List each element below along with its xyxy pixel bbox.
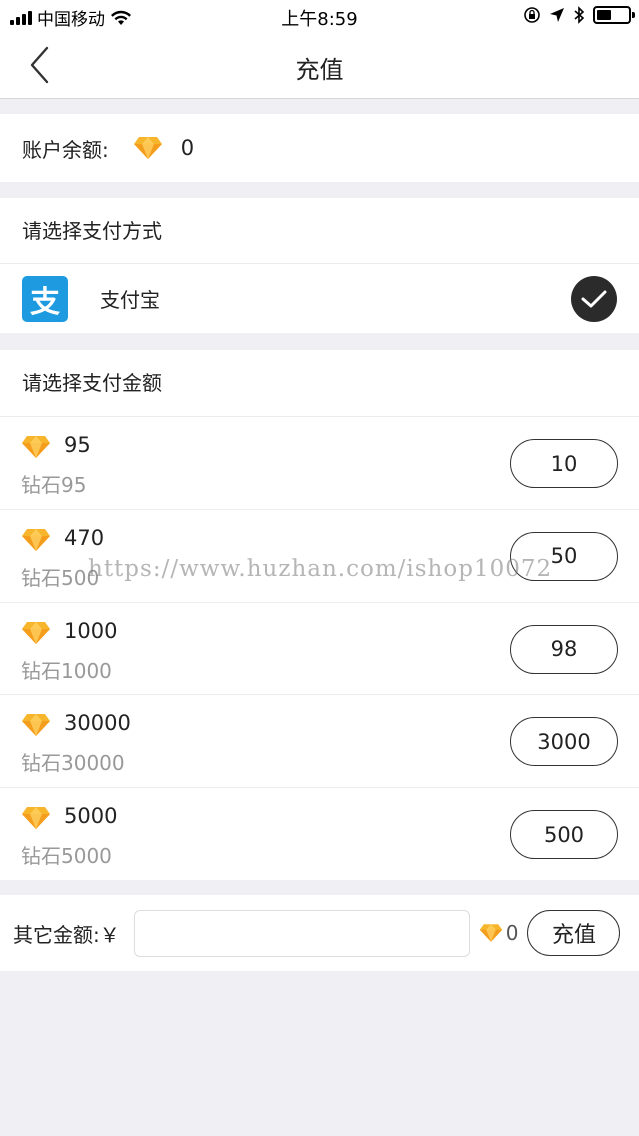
diamond-desc: 钻石30000 (21, 751, 125, 776)
diamond-amount: 470 (64, 525, 105, 550)
location-icon (550, 8, 564, 22)
bluetooth-icon (574, 6, 585, 24)
price-button[interactable]: 98 (510, 624, 618, 674)
diamond-icon (479, 924, 502, 942)
status-right (523, 6, 635, 24)
price-button[interactable]: 10 (510, 439, 618, 488)
payment-method-section: 请选择支付方式 支 支付宝 (0, 198, 639, 333)
payment-method-heading: 请选择支付方式 (0, 198, 639, 264)
diamond-desc: 钻石95 (21, 473, 87, 497)
diamond-desc: 钻石500 (21, 565, 100, 590)
amount-heading: 请选择支付金额 (22, 371, 162, 395)
diamond-icon (21, 435, 51, 463)
price-button[interactable]: 500 (510, 810, 618, 860)
diamond-icon (21, 713, 51, 741)
amount-section: 请选择支付金额 95 钻石95 10 470 钻石500 50 1000 钻石1000 98 30… (0, 350, 639, 880)
amount-option[interactable]: 5000 钻石5000 500 (0, 787, 639, 880)
amount-option[interactable]: 30000 钻石30000 3000 (0, 694, 639, 787)
diamond-desc: 钻石1000 (21, 658, 112, 683)
diamond-amount: 1000 (64, 618, 118, 643)
diamond-icon (21, 621, 51, 649)
diamond-amount: 5000 (64, 804, 118, 829)
checkmark-icon[interactable] (571, 276, 617, 322)
price-button[interactable]: 3000 (510, 717, 618, 767)
other-amount-label: 其它金额:￥ (13, 922, 120, 947)
balance-value: 0 (180, 136, 195, 160)
diamond-icon (21, 806, 51, 834)
status-bar: 中国移动 上午8:59 (0, 0, 639, 33)
price-button[interactable]: 50 (510, 531, 618, 581)
battery-icon (593, 6, 635, 24)
alipay-logo: 支 (22, 275, 68, 322)
page-title: 充值 (295, 56, 344, 84)
recharge-button[interactable]: 充值 (527, 910, 621, 956)
amount-option[interactable]: 470 钻石500 50 (0, 508, 639, 602)
diamond-icon (21, 528, 51, 556)
diamond-icon (133, 137, 162, 159)
account-balance: 账户余额: 0 (0, 114, 639, 182)
payment-option-alipay[interactable]: 支 支付宝 (0, 264, 639, 333)
nav-bar: 充值 (0, 33, 639, 99)
amount-list: 95 钻石95 10 470 钻石500 50 1000 钻石1000 98 30000 钻石300… (0, 416, 639, 880)
diamond-amount: 95 (64, 433, 91, 457)
other-diamond-value: 0 (505, 921, 519, 945)
other-amount-row: 其它金额:￥ 0 充值 (0, 895, 639, 971)
orientation-lock-icon (524, 7, 540, 23)
diamond-desc: 钻石5000 (21, 844, 112, 869)
payment-option-label: 支付宝 (100, 288, 160, 312)
other-amount-input[interactable] (133, 909, 470, 957)
diamond-amount: 30000 (64, 711, 131, 736)
amount-option[interactable]: 1000 钻石1000 98 (0, 601, 639, 695)
amount-option[interactable]: 95 钻石95 10 (0, 416, 639, 509)
balance-label: 账户余额: (22, 137, 109, 162)
